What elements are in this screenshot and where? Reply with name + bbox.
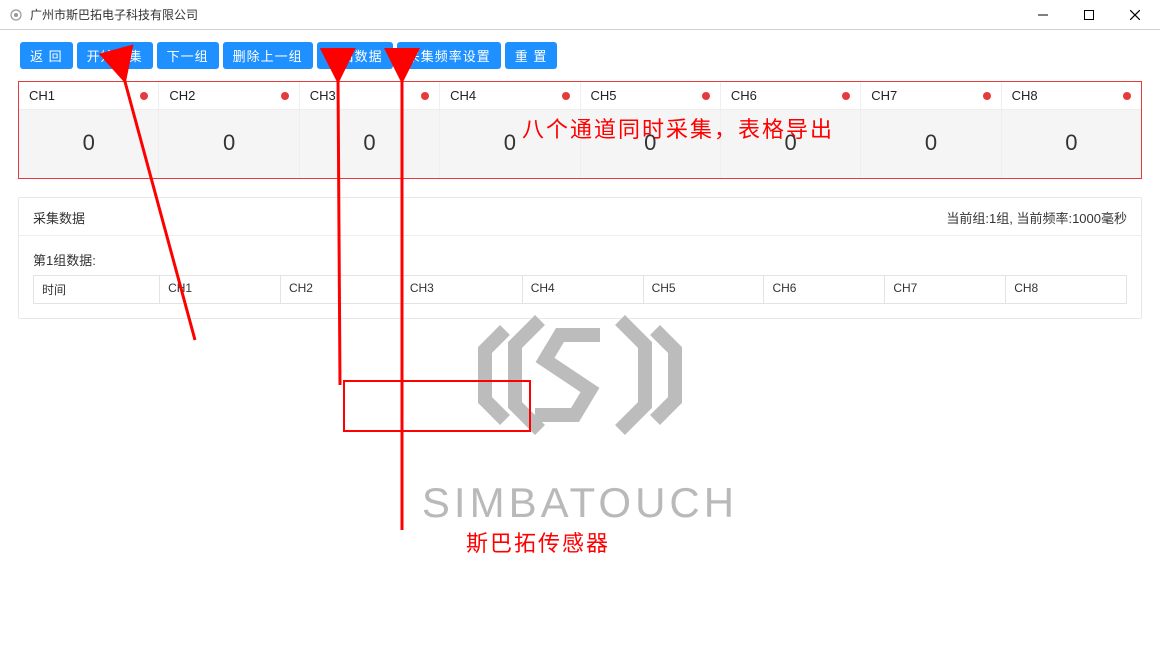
start-capture-button[interactable]: 开始采集: [77, 42, 153, 69]
channel-label: CH5: [591, 88, 617, 103]
status-dot-icon: [421, 92, 429, 100]
channel-value: 0: [1002, 109, 1141, 178]
data-table-header: 时间 CH1 CH2 CH3 CH4 CH5 CH6 CH7 CH8: [33, 275, 1127, 304]
status-dot-icon: [983, 92, 991, 100]
table-header-cell: CH6: [764, 276, 885, 303]
channel-col: CH7 0: [861, 82, 1001, 178]
collection-status: 当前组:1组, 当前频率:1000毫秒: [946, 208, 1127, 227]
channel-value: 0: [581, 109, 720, 178]
channel-label: CH1: [29, 88, 55, 103]
toolbar: 返 回 开始采集 下一组 删除上一组 导出数据 采集频率设置 重 置: [0, 30, 1160, 75]
table-header-cell: CH8: [1006, 276, 1126, 303]
table-header-cell: CH1: [160, 276, 281, 303]
channel-col: CH3 0: [300, 82, 440, 178]
collection-title: 采集数据: [33, 208, 85, 227]
channel-col: CH8 0: [1002, 82, 1141, 178]
status-dot-icon: [1123, 92, 1131, 100]
app-icon: [8, 7, 24, 23]
back-button[interactable]: 返 回: [20, 42, 73, 69]
status-dot-icon: [281, 92, 289, 100]
window-maximize-button[interactable]: [1066, 0, 1112, 30]
table-header-cell: 时间: [34, 276, 160, 303]
annotation-box: [343, 380, 531, 432]
channel-col: CH1 0: [19, 82, 159, 178]
channel-value: 0: [19, 109, 158, 178]
watermark: SIMBATOUCH: [0, 290, 1160, 527]
group-label: 第1组数据:: [19, 236, 1141, 273]
table-header-cell: CH7: [885, 276, 1006, 303]
delete-prev-group-button[interactable]: 删除上一组: [223, 42, 313, 69]
channels-panel: CH1 0 CH2 0 CH3 0 CH4 0 CH5 0 CH6 0 CH7 …: [18, 81, 1142, 179]
status-dot-icon: [562, 92, 570, 100]
export-data-button[interactable]: 导出数据: [317, 42, 393, 69]
window-close-button[interactable]: [1112, 0, 1158, 30]
channel-value: 0: [721, 109, 860, 178]
channel-value: 0: [861, 109, 1000, 178]
annotation-text: 斯巴拓传感器: [466, 526, 610, 558]
channel-label: CH6: [731, 88, 757, 103]
watermark-text: SIMBATOUCH: [0, 479, 1160, 527]
channel-label: CH2: [169, 88, 195, 103]
status-dot-icon: [140, 92, 148, 100]
title-bar: 广州市斯巴拓电子科技有限公司: [0, 0, 1160, 30]
window-minimize-button[interactable]: [1020, 0, 1066, 30]
channel-label: CH3: [310, 88, 336, 103]
status-dot-icon: [702, 92, 710, 100]
channel-col: CH5 0: [581, 82, 721, 178]
table-header-cell: CH4: [523, 276, 644, 303]
window-title: 广州市斯巴拓电子科技有限公司: [30, 6, 198, 23]
collection-panel: 采集数据 当前组:1组, 当前频率:1000毫秒 第1组数据: 时间 CH1 C…: [18, 197, 1142, 319]
channel-col: CH6 0: [721, 82, 861, 178]
channel-label: CH8: [1012, 88, 1038, 103]
channel-col: CH4 0: [440, 82, 580, 178]
capture-frequency-button[interactable]: 采集频率设置: [397, 42, 501, 69]
channel-value: 0: [300, 109, 439, 178]
table-header-cell: CH2: [281, 276, 402, 303]
channel-label: CH4: [450, 88, 476, 103]
status-dot-icon: [842, 92, 850, 100]
channel-col: CH2 0: [159, 82, 299, 178]
channel-label: CH7: [871, 88, 897, 103]
reset-button[interactable]: 重 置: [505, 42, 558, 69]
next-group-button[interactable]: 下一组: [157, 42, 219, 69]
channel-value: 0: [159, 109, 298, 178]
channel-value: 0: [440, 109, 579, 178]
table-header-cell: CH5: [644, 276, 765, 303]
table-header-cell: CH3: [402, 276, 523, 303]
